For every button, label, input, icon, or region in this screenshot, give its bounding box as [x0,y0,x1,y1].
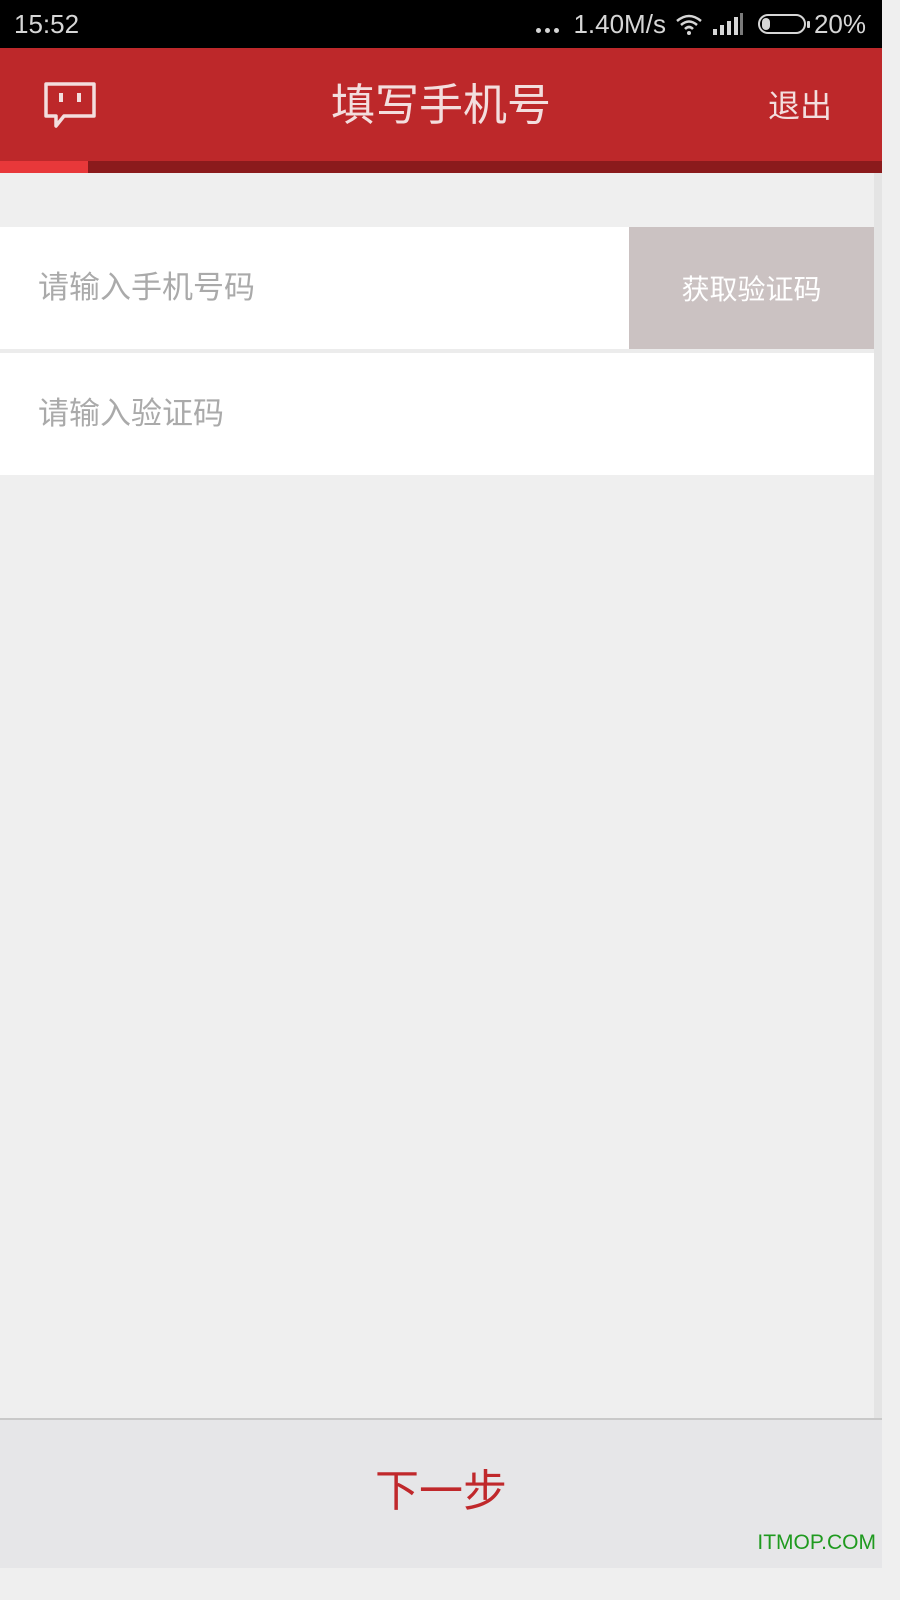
battery-icon [757,14,810,34]
wifi-icon [676,14,702,35]
page-title: 填写手机号 [331,80,551,131]
signal-icon [712,13,743,35]
progress-fill [0,161,89,173]
more-dots-icon [536,15,560,33]
next-step-button[interactable]: 下一步 [0,1462,882,1522]
logout-button[interactable]: 退出 [768,86,832,126]
progress-track [0,161,882,173]
get-verification-code-button[interactable]: 获取验证码 [629,227,874,349]
battery-fill [761,18,770,30]
phone-input[interactable] [38,227,598,349]
status-indicators: 1.40M/s 20% [536,8,866,40]
verification-code-input[interactable] [38,353,598,475]
status-time: 15:52 [14,9,80,39]
scroll-edge [874,173,882,1418]
battery-percent: 20% [813,8,866,39]
phone-row: 获取验证码 [0,227,874,349]
code-row [0,353,874,475]
network-speed: 1.40M/s [573,8,666,39]
watermark: ITMOP.COM [757,1531,876,1554]
